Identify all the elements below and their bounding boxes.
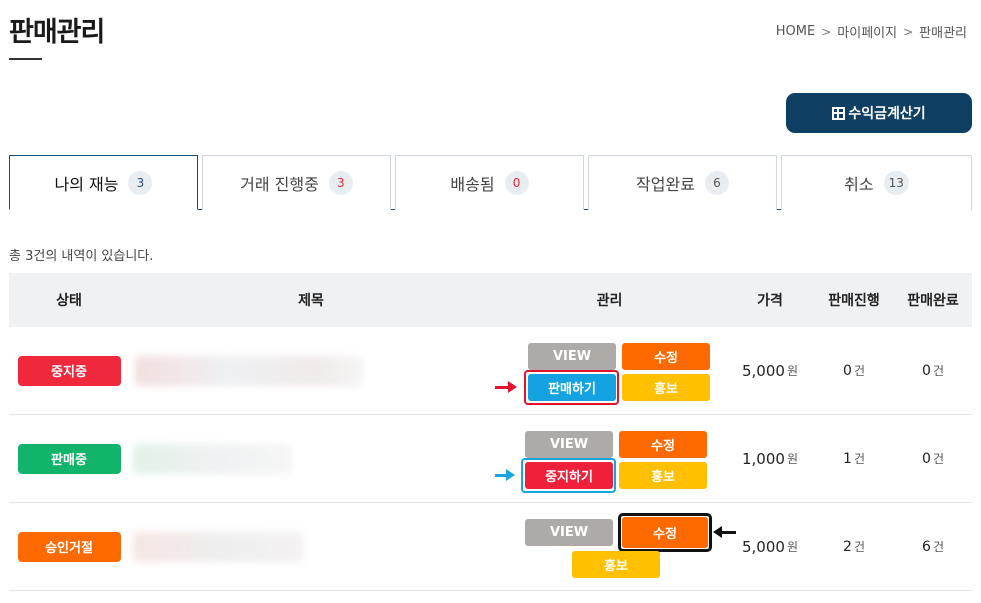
tab-label: 배송됨 [450, 175, 495, 194]
tab-in-progress[interactable]: 거래 진행중 3 [202, 155, 391, 210]
header-price: 가격 [757, 293, 783, 309]
promote-button[interactable]: 홍보 [619, 461, 707, 489]
manage-cell: VIEW 수정 판매하기 홍보 [493, 327, 726, 415]
count-unit: 건 [932, 452, 944, 466]
tab-my-talents[interactable]: 나의 재능 3 [9, 155, 198, 210]
count-unit: 건 [932, 364, 944, 378]
tab-bar: 나의 재능 3 거래 진행중 3 배송됨 0 작업완료 6 취소 13 [9, 155, 972, 210]
breadcrumb-separator: > [903, 24, 914, 39]
price-cell: 5,000 원 [726, 538, 814, 556]
in-progress-value: 0 [843, 362, 852, 379]
table-row: 승인거절 VIEW 수정 홍보 5,000 원 2건 6건 [9, 503, 972, 591]
result-summary: 총 3건의 내역이 있습니다. [9, 249, 154, 264]
tab-work-complete[interactable]: 작업완료 6 [588, 155, 777, 210]
completed-cell: 6건 [894, 538, 972, 555]
header-title: 제목 [298, 293, 324, 309]
table-row: 중지중 VIEW 수정 판매하기 홍보 5,000 원 0건 0건 [9, 327, 972, 415]
arrow-right-icon [495, 380, 517, 393]
title-cell [129, 531, 493, 562]
promote-button[interactable]: 홍보 [572, 550, 660, 578]
completed-cell: 0건 [894, 362, 972, 379]
calculator-button[interactable]: 수익금계산기 [786, 93, 972, 133]
arrow-left-icon [713, 525, 736, 538]
in-progress-cell: 1건 [814, 450, 894, 467]
edit-button[interactable]: 수정 [622, 516, 708, 548]
price-value: 1,000 [742, 449, 785, 468]
price-unit: 원 [786, 364, 798, 378]
view-button[interactable]: VIEW [525, 518, 613, 546]
calculator-button-label: 수익금계산기 [848, 106, 926, 122]
status-badge: 판매중 [17, 443, 121, 474]
stop-selling-button[interactable]: 중지하기 [525, 461, 613, 489]
tab-cancelled[interactable]: 취소 13 [781, 155, 972, 210]
price-value: 5,000 [742, 361, 785, 380]
in-progress-value: 2 [843, 538, 852, 555]
price-unit: 원 [786, 452, 798, 466]
tab-count-badge: 13 [883, 171, 909, 195]
view-button[interactable]: VIEW [528, 342, 616, 370]
tab-count-badge: 3 [328, 171, 353, 195]
breadcrumb-home[interactable]: HOME [776, 24, 815, 39]
in-progress-value: 1 [843, 450, 852, 467]
completed-value: 0 [922, 362, 931, 379]
blurred-title[interactable] [133, 531, 303, 562]
manage-cell: VIEW 수정 홍보 [493, 503, 736, 591]
status-badge: 승인거절 [17, 531, 121, 562]
price-cell: 5,000 원 [726, 362, 814, 380]
page-title: 판매관리 [9, 17, 105, 48]
sales-table: 상태 제목 관리 가격 판매진행 판매완료 중지중 VIEW 수정 판매하기 홍… [9, 273, 972, 591]
status-cell: 중지중 [9, 355, 129, 386]
in-progress-cell: 0건 [814, 362, 894, 379]
header-manage: 관리 [596, 293, 623, 309]
title-cell [129, 443, 493, 474]
tab-label: 거래 진행중 [240, 175, 319, 194]
blurred-title[interactable] [133, 443, 293, 474]
tab-label: 취소 [844, 175, 874, 194]
price-value: 5,000 [742, 537, 785, 556]
view-button[interactable]: VIEW [525, 430, 613, 458]
title-underline [9, 58, 42, 60]
table-header: 상태 제목 관리 가격 판매진행 판매완료 [9, 273, 972, 327]
breadcrumb-separator: > [821, 24, 832, 39]
breadcrumb: HOME > 마이페이지 > 판매관리 [776, 22, 967, 41]
status-badge: 중지중 [17, 355, 121, 386]
tab-count-badge: 3 [128, 170, 153, 195]
count-unit: 건 [932, 540, 944, 554]
breadcrumb-current: 판매관리 [919, 26, 967, 41]
header-completed: 판매완료 [907, 293, 959, 309]
status-cell: 승인거절 [9, 531, 129, 562]
start-selling-button[interactable]: 판매하기 [528, 373, 616, 401]
price-cell: 1,000 원 [726, 450, 814, 468]
status-cell: 판매중 [9, 443, 129, 474]
completed-value: 6 [922, 538, 931, 555]
count-unit: 건 [853, 364, 865, 378]
tab-count-badge: 0 [504, 171, 529, 195]
arrow-right-icon [495, 468, 515, 481]
completed-cell: 0건 [894, 450, 972, 467]
breadcrumb-mypage[interactable]: 마이페이지 [837, 22, 897, 41]
promote-button[interactable]: 홍보 [622, 373, 710, 401]
count-unit: 건 [853, 452, 865, 466]
completed-value: 0 [922, 450, 931, 467]
header-in-progress: 판매진행 [828, 293, 880, 309]
edit-button[interactable]: 수정 [622, 342, 710, 370]
manage-cell: VIEW 수정 중지하기 홍보 [493, 415, 726, 503]
edit-button[interactable]: 수정 [619, 430, 707, 458]
grid-table-icon [832, 106, 846, 120]
tab-count-badge: 6 [704, 171, 729, 195]
in-progress-cell: 2건 [814, 538, 894, 555]
blurred-title[interactable] [135, 355, 363, 386]
header-status: 상태 [56, 293, 82, 309]
tab-label: 작업완료 [636, 175, 695, 194]
tab-shipped[interactable]: 배송됨 0 [395, 155, 584, 210]
table-row: 판매중 VIEW 수정 중지하기 홍보 1,000 원 1건 0건 [9, 415, 972, 503]
title-cell [129, 355, 493, 386]
tab-label: 나의 재능 [54, 174, 119, 194]
price-unit: 원 [786, 540, 798, 554]
count-unit: 건 [853, 540, 865, 554]
